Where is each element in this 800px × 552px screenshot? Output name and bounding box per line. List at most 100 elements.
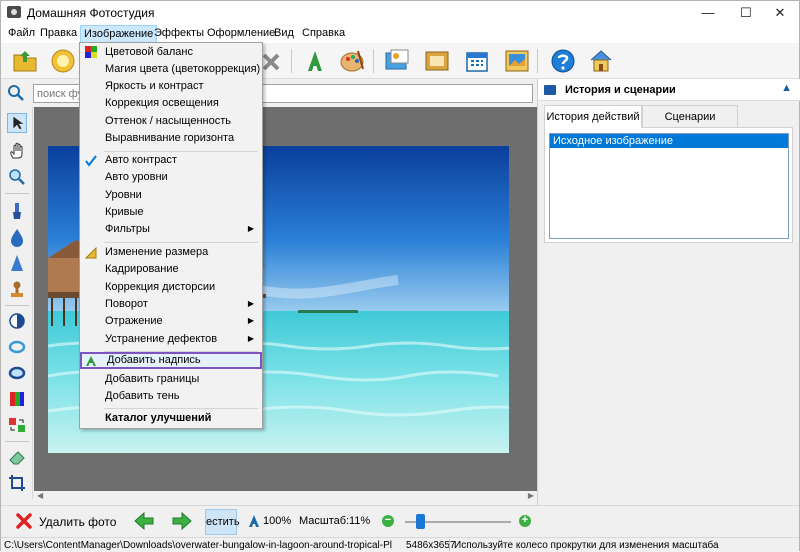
menu-image[interactable]: Изображение bbox=[80, 25, 158, 43]
ring-icon[interactable] bbox=[7, 337, 27, 357]
app-window: Домашняя Фотостудия — ☐ ✕ Файл Правка Из… bbox=[0, 0, 800, 552]
tab-history[interactable]: История действий bbox=[544, 105, 642, 128]
fit-button[interactable]: естить bbox=[205, 509, 240, 535]
menu-help[interactable]: Справка bbox=[302, 27, 345, 39]
menu-edit[interactable]: Правка bbox=[40, 27, 77, 39]
tool-separator bbox=[5, 193, 29, 194]
menu-item-auto-levels[interactable]: Авто уровни bbox=[80, 169, 262, 186]
menu-item-light-correction[interactable]: Коррекция освещения bbox=[80, 95, 262, 112]
tool-separator bbox=[5, 441, 29, 442]
crop-icon[interactable] bbox=[7, 473, 27, 493]
search-icon[interactable] bbox=[7, 84, 25, 102]
calendar-icon[interactable] bbox=[463, 47, 491, 75]
stamp-icon[interactable] bbox=[7, 279, 27, 299]
menu-item-add-shadow[interactable]: Добавить тень bbox=[80, 388, 262, 405]
zoom-icon[interactable] bbox=[7, 167, 27, 187]
close-button[interactable]: ✕ bbox=[763, 1, 797, 25]
text-a-icon bbox=[86, 356, 96, 366]
photo-lens-icon[interactable] bbox=[49, 47, 77, 75]
menu-item-filters[interactable]: Фильтры bbox=[80, 221, 262, 238]
scale-value: 11% bbox=[349, 515, 371, 527]
help-icon[interactable] bbox=[549, 47, 577, 75]
toolbar-separator bbox=[291, 49, 292, 73]
maximize-button[interactable]: ☐ bbox=[729, 1, 763, 25]
history-item[interactable]: Исходное изображение bbox=[550, 134, 788, 148]
vignette-icon[interactable] bbox=[7, 363, 27, 383]
menu-item-brightness-contrast[interactable]: Яркость и контраст bbox=[80, 78, 262, 95]
delete-photo-button[interactable]: Удалить фото bbox=[39, 515, 116, 529]
left-toolbar bbox=[1, 107, 33, 499]
history-panel-header: История и сценарии ▲ bbox=[538, 79, 800, 101]
sharpen-icon[interactable] bbox=[7, 253, 27, 273]
scroll-right-icon[interactable]: ▶ bbox=[528, 491, 534, 500]
frame-icon[interactable] bbox=[423, 47, 451, 75]
home-icon[interactable] bbox=[587, 47, 615, 75]
menu-item-flip[interactable]: Отражение bbox=[80, 313, 262, 330]
postcard-icon[interactable] bbox=[503, 47, 531, 75]
menu-item-color-balance[interactable]: Цветовой баланс bbox=[80, 44, 262, 61]
contrast-icon[interactable] bbox=[7, 311, 27, 331]
drop-icon[interactable] bbox=[7, 227, 27, 247]
pointer-icon[interactable] bbox=[7, 113, 27, 133]
delete-icon[interactable] bbox=[15, 512, 33, 530]
scale-label: Масштаб: bbox=[299, 515, 350, 527]
menu-item-crop[interactable]: Кадрирование bbox=[80, 261, 262, 278]
menu-item-add-borders[interactable]: Добавить границы bbox=[80, 371, 262, 388]
zoom-100-button[interactable]: 100% bbox=[263, 515, 291, 527]
menu-item-curves[interactable]: Кривые bbox=[80, 204, 262, 221]
menu-item-fix-defects[interactable]: Устранение дефектов bbox=[80, 331, 262, 348]
menu-separator bbox=[104, 408, 258, 409]
previous-arrow-icon[interactable] bbox=[133, 511, 155, 531]
submenu-arrow-icon: ▶ bbox=[247, 299, 254, 308]
menu-item-color-magic[interactable]: Магия цвета (цветокоррекция) bbox=[80, 61, 262, 78]
zoom-slider-thumb[interactable] bbox=[416, 514, 425, 529]
image-menu-dropdown: Цветовой баланс Магия цвета (цветокоррек… bbox=[79, 42, 263, 429]
palette-icon[interactable] bbox=[339, 47, 367, 75]
replace-color-icon[interactable] bbox=[7, 415, 27, 435]
text-tool-icon[interactable] bbox=[301, 47, 329, 75]
menu-design[interactable]: Оформление bbox=[207, 27, 275, 39]
toolbar-separator bbox=[537, 49, 538, 73]
panel-title: История и сценарии bbox=[565, 84, 676, 96]
toolbar-separator bbox=[373, 49, 374, 73]
zoom-100-icon bbox=[249, 515, 259, 527]
menu-item-catalog[interactable]: Каталог улучшений bbox=[80, 410, 262, 427]
menu-item-auto-contrast[interactable]: Авто контраст bbox=[80, 152, 262, 169]
submenu-arrow-icon: ▶ bbox=[247, 334, 254, 343]
menu-item-hue-saturation[interactable]: Оттенок / насыщенность bbox=[80, 113, 262, 130]
brush-icon[interactable] bbox=[7, 201, 27, 221]
menu-effects[interactable]: Эффекты bbox=[154, 27, 204, 39]
title-bar: Домашняя Фотостудия — ☐ ✕ bbox=[1, 1, 799, 25]
status-bar: C:\Users\ContentManager\Downloads\overwa… bbox=[1, 537, 799, 552]
effects-image-icon[interactable] bbox=[383, 47, 411, 75]
scroll-left-icon[interactable]: ◀ bbox=[37, 491, 43, 500]
color-channels-icon[interactable] bbox=[7, 389, 27, 409]
hand-icon[interactable] bbox=[7, 141, 27, 161]
menu-item-levels[interactable]: Уровни bbox=[80, 187, 262, 204]
file-path: C:\Users\ContentManager\Downloads\overwa… bbox=[4, 540, 392, 551]
history-panel: История и сценарии ▲ История действий Сц… bbox=[537, 79, 800, 509]
next-arrow-icon[interactable] bbox=[171, 511, 193, 531]
menu-separator bbox=[104, 242, 258, 243]
camera-icon bbox=[7, 6, 21, 18]
menu-view[interactable]: Вид bbox=[274, 27, 294, 39]
tool-separator bbox=[5, 305, 29, 306]
menu-bar: Файл Правка Изображение Эффекты Оформлен… bbox=[1, 25, 799, 43]
submenu-arrow-icon: ▶ bbox=[247, 224, 254, 233]
menu-item-resize[interactable]: Изменение размера bbox=[80, 244, 262, 261]
submenu-arrow-icon: ▶ bbox=[247, 316, 254, 325]
menu-item-add-caption[interactable]: Добавить надпись bbox=[80, 352, 262, 369]
menu-item-horizon[interactable]: Выравнивание горизонта bbox=[80, 130, 262, 147]
history-list[interactable]: Исходное изображение bbox=[549, 133, 789, 239]
tab-scenarios[interactable]: Сценарии bbox=[642, 105, 738, 128]
zoom-in-button[interactable]: + bbox=[519, 515, 531, 527]
zoom-out-button[interactable]: − bbox=[382, 515, 394, 527]
collapse-arrow-icon[interactable]: ▲ bbox=[781, 82, 792, 94]
eraser-icon[interactable] bbox=[7, 447, 27, 467]
horizontal-scrollbar[interactable]: ◀ ▶ bbox=[34, 491, 537, 503]
menu-file[interactable]: Файл bbox=[8, 27, 35, 39]
menu-item-distortion[interactable]: Коррекция дисторсии bbox=[80, 279, 262, 296]
open-folder-icon[interactable] bbox=[11, 47, 39, 75]
menu-item-rotate[interactable]: Поворот bbox=[80, 296, 262, 313]
minimize-button[interactable]: — bbox=[691, 1, 725, 25]
